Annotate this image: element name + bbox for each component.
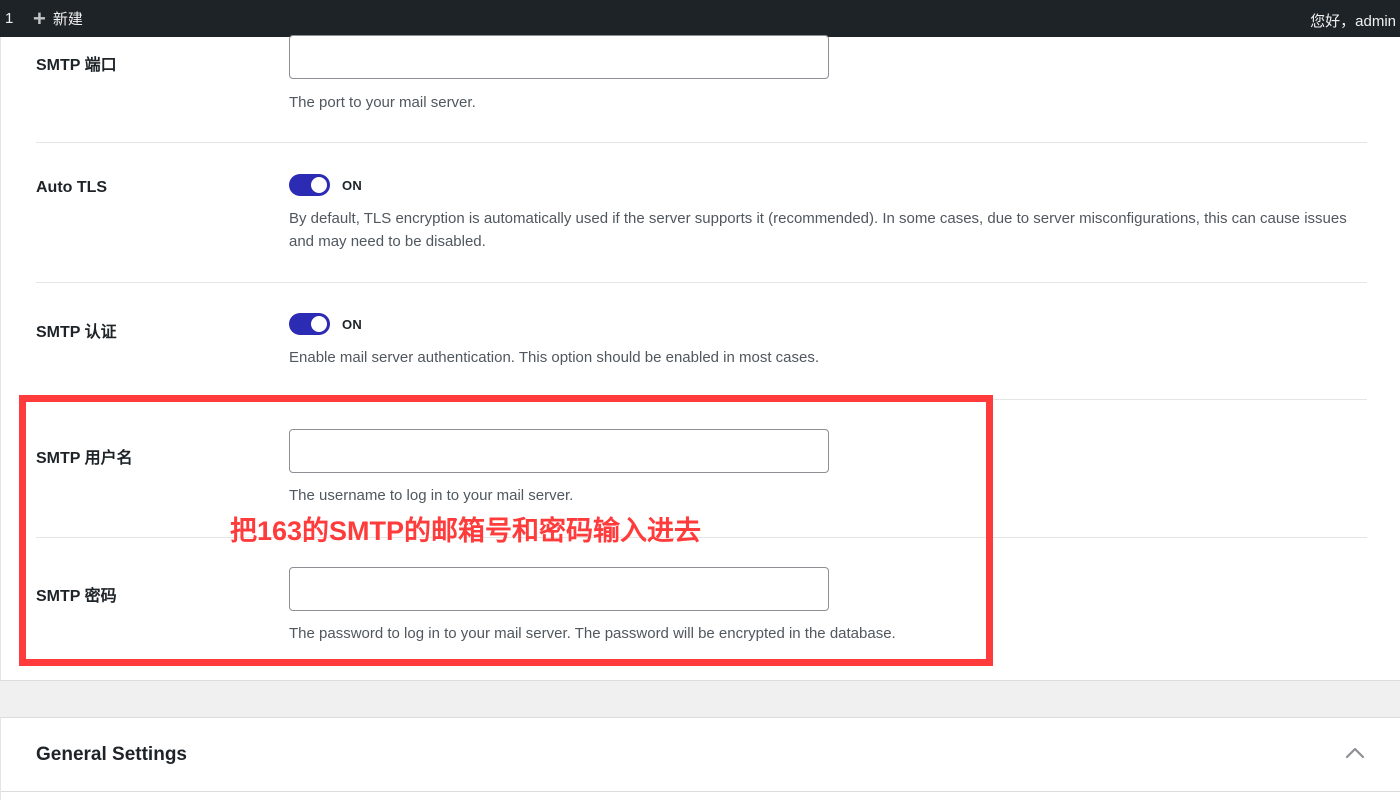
update-count[interactable]: 1 bbox=[5, 10, 13, 27]
annotation-text: 把163的SMTP的邮箱号和密码输入进去 bbox=[230, 516, 702, 546]
smtp-auth-toggle-group: ON bbox=[289, 313, 362, 335]
auto-tls-toggle-group: ON bbox=[289, 174, 362, 196]
smtp-auth-row: SMTP 认证 ON Enable mail server authentica… bbox=[36, 283, 1367, 400]
auto-tls-toggle[interactable] bbox=[289, 174, 330, 196]
auto-tls-label: Auto TLS bbox=[36, 179, 108, 196]
auto-tls-description: By default, TLS encryption is automatica… bbox=[289, 210, 1347, 250]
new-content-menu[interactable]: + 新建 bbox=[33, 5, 83, 31]
divider bbox=[1, 791, 1400, 792]
chevron-up-icon[interactable] bbox=[1344, 744, 1366, 762]
smtp-auth-state: ON bbox=[342, 316, 363, 332]
account-greeting[interactable]: 您好，admin bbox=[1310, 10, 1396, 31]
smtp-port-label: SMTP 端口 bbox=[36, 57, 117, 74]
plus-icon: + bbox=[33, 5, 46, 31]
smtp-auth-label: SMTP 认证 bbox=[36, 324, 117, 341]
general-settings-title[interactable]: General Settings bbox=[36, 744, 187, 766]
admin-bar: 1 + 新建 您好，admin bbox=[0, 0, 1400, 37]
smtp-auth-description: Enable mail server authentication. This … bbox=[289, 349, 820, 366]
auto-tls-row: Auto TLS ON By default, TLS encryption i… bbox=[36, 143, 1367, 283]
smtp-auth-toggle[interactable] bbox=[289, 313, 330, 335]
smtp-port-input[interactable] bbox=[289, 35, 829, 79]
new-label: 新建 bbox=[52, 11, 83, 28]
auto-tls-state: ON bbox=[342, 177, 363, 193]
smtp-port-description: The port to your mail server. bbox=[289, 94, 476, 111]
smtp-port-row: SMTP 端口 The port to your mail server. bbox=[36, 35, 1367, 143]
general-settings-panel: General Settings bbox=[0, 717, 1400, 800]
